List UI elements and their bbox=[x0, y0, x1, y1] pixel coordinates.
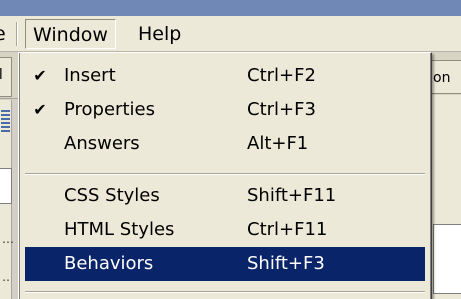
left-input-field[interactable] bbox=[0, 168, 12, 204]
menu-separator bbox=[25, 173, 425, 175]
window-dropdown-menu: ✔ Insert Ctrl+F2 ✔ Properties Ctrl+F3 An… bbox=[18, 52, 432, 299]
menu-option-shortcut: Alt+F1 bbox=[247, 133, 309, 154]
title-bar bbox=[0, 0, 461, 16]
menu-option-shortcut: Shift+F11 bbox=[247, 185, 337, 206]
menu-option-label: CSS Styles bbox=[64, 185, 160, 206]
menu-option-answers[interactable]: Answers Alt+F1 bbox=[25, 127, 425, 161]
menu-option-shortcut: Ctrl+F11 bbox=[247, 219, 328, 240]
menu-option-label: Behaviors bbox=[64, 253, 154, 274]
menu-option-html-styles[interactable]: HTML Styles Ctrl+F11 bbox=[25, 213, 425, 247]
right-input-field[interactable] bbox=[433, 224, 461, 294]
menu-option-label: Answers bbox=[64, 133, 140, 154]
menu-option-label: Properties bbox=[64, 99, 155, 120]
menu-item-edit[interactable]: e bbox=[0, 19, 14, 49]
menu-bar: e Window Help bbox=[0, 16, 461, 52]
checkmark-icon: ✔ bbox=[33, 100, 47, 119]
menu-option-behaviors[interactable]: Behaviors Shift+F3 bbox=[25, 247, 425, 281]
menu-option-shortcut: Ctrl+F2 bbox=[247, 65, 316, 86]
right-panel-tab[interactable]: on bbox=[430, 60, 461, 94]
menu-option-insert[interactable]: ✔ Insert Ctrl+F2 bbox=[25, 59, 425, 93]
menu-option-label: Insert bbox=[64, 65, 116, 86]
menubar-separator bbox=[16, 22, 18, 46]
left-panel-tab[interactable]: pl bbox=[0, 57, 12, 97]
menu-item-help[interactable]: Help bbox=[133, 19, 186, 49]
menu-separator bbox=[25, 291, 425, 293]
toolbar-icon[interactable] bbox=[1, 110, 10, 132]
ellipsis-text: ‥ bbox=[2, 270, 12, 284]
menu-option-label: HTML Styles bbox=[64, 219, 175, 240]
menu-option-css-styles[interactable]: CSS Styles Shift+F11 bbox=[25, 179, 425, 213]
menu-option-properties[interactable]: ✔ Properties Ctrl+F3 bbox=[25, 93, 425, 127]
menu-option-shortcut: Ctrl+F3 bbox=[247, 99, 316, 120]
menu-option-shortcut: Shift+F3 bbox=[247, 253, 325, 274]
app-window: pl on … ‥ e Window Help ✔ Insert Ctrl+F2… bbox=[0, 0, 461, 299]
menu-item-window[interactable]: Window bbox=[25, 19, 116, 49]
ellipsis-text: … bbox=[2, 232, 15, 246]
checkmark-icon: ✔ bbox=[33, 66, 47, 85]
